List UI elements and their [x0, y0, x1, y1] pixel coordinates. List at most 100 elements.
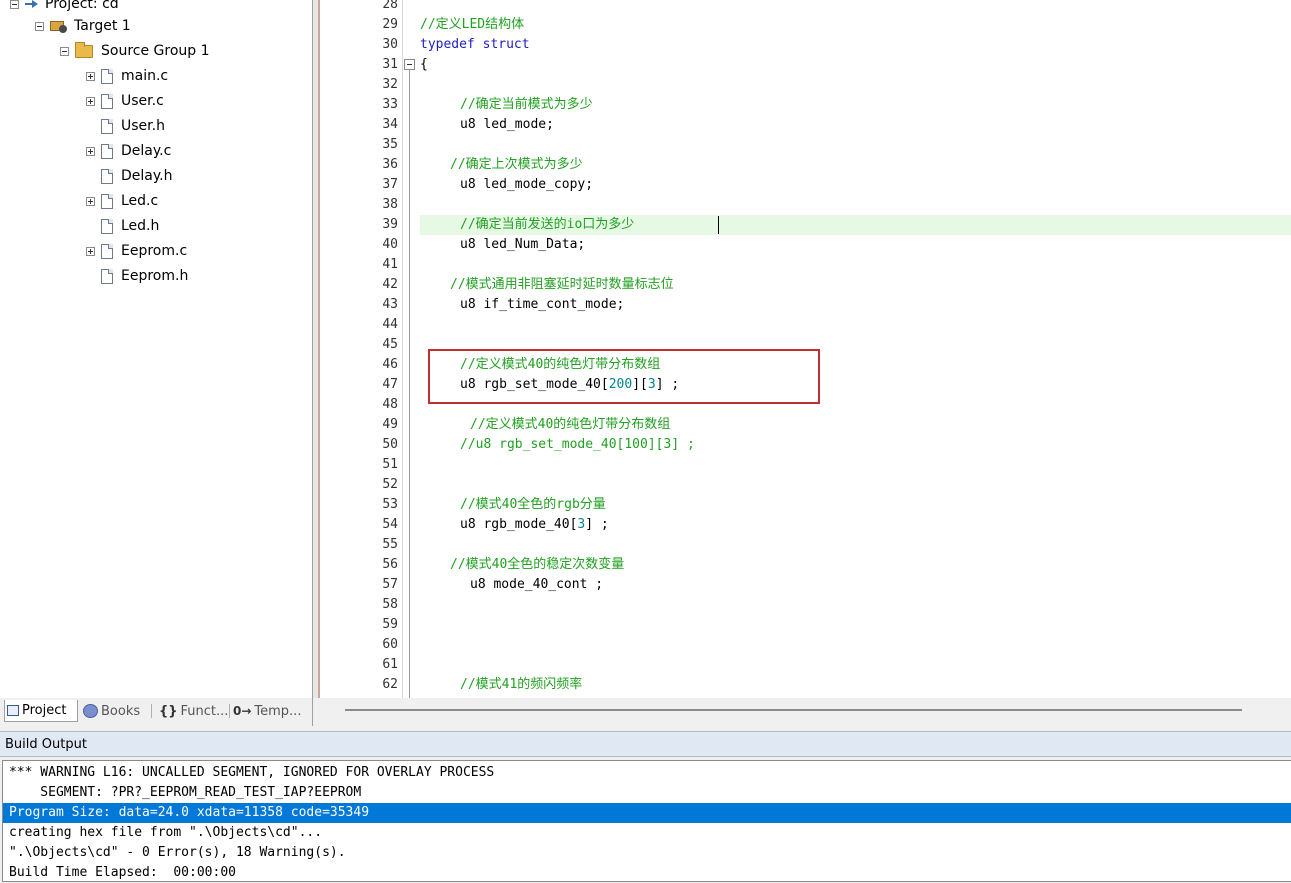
- line-number: 30: [382, 37, 398, 52]
- scrollbar-thumb[interactable]: [345, 709, 1242, 711]
- tree-file-main-c[interactable]: main.c: [86, 66, 168, 86]
- expand-icon[interactable]: [86, 246, 95, 256]
- tree-file-led-c[interactable]: Led.c: [86, 191, 158, 211]
- books-icon: [83, 704, 98, 718]
- code-comment: //u8 rgb_set_mode_40[100][3] ;: [460, 437, 695, 452]
- output-line[interactable]: ".\Objects\cd" - 0 Error(s), 18 Warning(…: [9, 843, 346, 863]
- file-label: User.h: [121, 118, 165, 134]
- line-number: 41: [382, 257, 398, 272]
- file-icon: [101, 243, 113, 259]
- line-number: 45: [382, 337, 398, 352]
- line-number: 50: [382, 437, 398, 452]
- group-label: Source Group 1: [101, 43, 210, 59]
- code-brace: {: [420, 57, 428, 72]
- file-label: Delay.h: [121, 168, 173, 184]
- line-number: 31: [382, 57, 398, 72]
- tab-functions[interactable]: {} Funct...: [157, 700, 229, 722]
- line-number: 40: [382, 237, 398, 252]
- collapse-icon[interactable]: [60, 46, 69, 56]
- tree-file-led-h[interactable]: Led.h: [86, 216, 159, 236]
- collapse-icon[interactable]: [10, 0, 19, 9]
- tab-functions-label: Funct...: [180, 703, 229, 719]
- collapse-icon[interactable]: [35, 21, 44, 31]
- line-number: 57: [382, 577, 398, 592]
- text-caret: [718, 216, 719, 234]
- code-comment: //定义模式40的纯色灯带分布数组: [470, 417, 671, 432]
- fold-guide-line: [409, 70, 410, 698]
- code-comment: //定义LED结构体: [420, 17, 525, 32]
- file-icon: [101, 118, 113, 134]
- file-icon: [101, 93, 113, 109]
- line-number: 42: [382, 277, 398, 292]
- tree-target[interactable]: Target 1: [35, 16, 131, 36]
- line-number: 28: [382, 0, 398, 12]
- functions-icon: {}: [159, 703, 178, 719]
- line-number: 38: [382, 197, 398, 212]
- folder-icon: [75, 41, 93, 58]
- code-statement: u8 led_mode_copy;: [460, 177, 594, 192]
- code-statement: u8 led_Num_Data;: [460, 237, 586, 252]
- file-label: Delay.c: [121, 143, 172, 159]
- line-number: 52: [382, 477, 398, 492]
- output-line[interactable]: creating hex file from ".\Objects\cd"...: [9, 823, 322, 843]
- target-label: Target 1: [74, 18, 131, 34]
- tree-file-eeprom-h[interactable]: Eeprom.h: [86, 266, 188, 286]
- line-number: 33: [382, 97, 398, 112]
- expand-icon[interactable]: [86, 71, 95, 81]
- output-line[interactable]: Build Time Elapsed: 00:00:00: [9, 863, 236, 883]
- code-statement: u8 rgb_mode_40[3] ;: [460, 515, 609, 535]
- horizontal-scrollbar[interactable]: [313, 698, 1291, 726]
- tab-books[interactable]: Books: [81, 700, 149, 722]
- tree-file-eeprom-c[interactable]: Eeprom.c: [86, 241, 187, 261]
- line-number: 49: [382, 417, 398, 432]
- line-number: 48: [382, 397, 398, 412]
- file-label: User.c: [121, 93, 164, 109]
- line-number: 36: [382, 157, 398, 172]
- line-number: 46: [382, 357, 398, 372]
- tab-project[interactable]: Project: [4, 700, 78, 722]
- line-number: 43: [382, 297, 398, 312]
- tab-templates[interactable]: 0→ Temp...: [231, 700, 305, 722]
- build-output-title: Build Output: [5, 737, 87, 752]
- code-statement: u8 led_mode;: [460, 117, 554, 132]
- tree-file-user-h[interactable]: User.h: [86, 116, 165, 136]
- target-icon: [50, 19, 68, 33]
- output-line[interactable]: *** WARNING L16: UNCALLED SEGMENT, IGNOR…: [9, 763, 494, 783]
- fold-collapse-icon[interactable]: [404, 59, 415, 70]
- code-comment: //确定当前模式为多少: [460, 97, 593, 112]
- annotation-highlight-box: [428, 349, 820, 404]
- code-comment: //确定上次模式为多少: [450, 157, 583, 172]
- tab-templates-label: Temp...: [254, 703, 302, 719]
- tree-file-user-c[interactable]: User.c: [86, 91, 164, 111]
- panel-tab-bar: Project Books {} Funct... 0→ Temp...: [0, 698, 313, 726]
- expand-icon[interactable]: [86, 196, 95, 206]
- project-window-icon: [7, 705, 19, 716]
- line-number: 62: [382, 677, 398, 692]
- file-icon: [101, 143, 113, 159]
- line-number: 34: [382, 117, 398, 132]
- tree-file-delay-h[interactable]: Delay.h: [86, 166, 172, 186]
- project-panel: Project: cd Target 1 Source Group 1 main…: [0, 0, 313, 698]
- line-number: 35: [382, 137, 398, 152]
- code-comment: //模式40全色的rgb分量: [460, 497, 606, 512]
- code-comment: //模式40全色的稳定次数变量: [450, 557, 625, 572]
- line-number: 51: [382, 457, 398, 472]
- line-number: 55: [382, 537, 398, 552]
- output-line[interactable]: SEGMENT: ?PR?_EEPROM_READ_TEST_IAP?EEPRO…: [9, 783, 361, 803]
- file-icon: [101, 168, 113, 184]
- expand-icon[interactable]: [86, 146, 95, 156]
- file-icon: [101, 193, 113, 209]
- tab-project-label: Project: [22, 703, 67, 718]
- code-statement: u8 mode_40_cont ;: [470, 577, 604, 592]
- expand-icon[interactable]: [86, 96, 95, 106]
- file-label: Eeprom.c: [121, 243, 188, 259]
- file-icon: [101, 68, 113, 84]
- output-line-selected[interactable]: Program Size: data=24.0 xdata=11358 code…: [9, 803, 369, 823]
- tree-project-root[interactable]: Project: cd: [10, 0, 119, 14]
- tree-source-group[interactable]: Source Group 1: [60, 41, 210, 61]
- code-statement: u8 if_time_cont_mode;: [460, 297, 625, 312]
- code-keyword: typedef struct: [420, 37, 530, 52]
- file-label: main.c: [121, 68, 169, 84]
- file-label: Led.h: [121, 218, 160, 234]
- tree-file-delay-c[interactable]: Delay.c: [86, 141, 171, 161]
